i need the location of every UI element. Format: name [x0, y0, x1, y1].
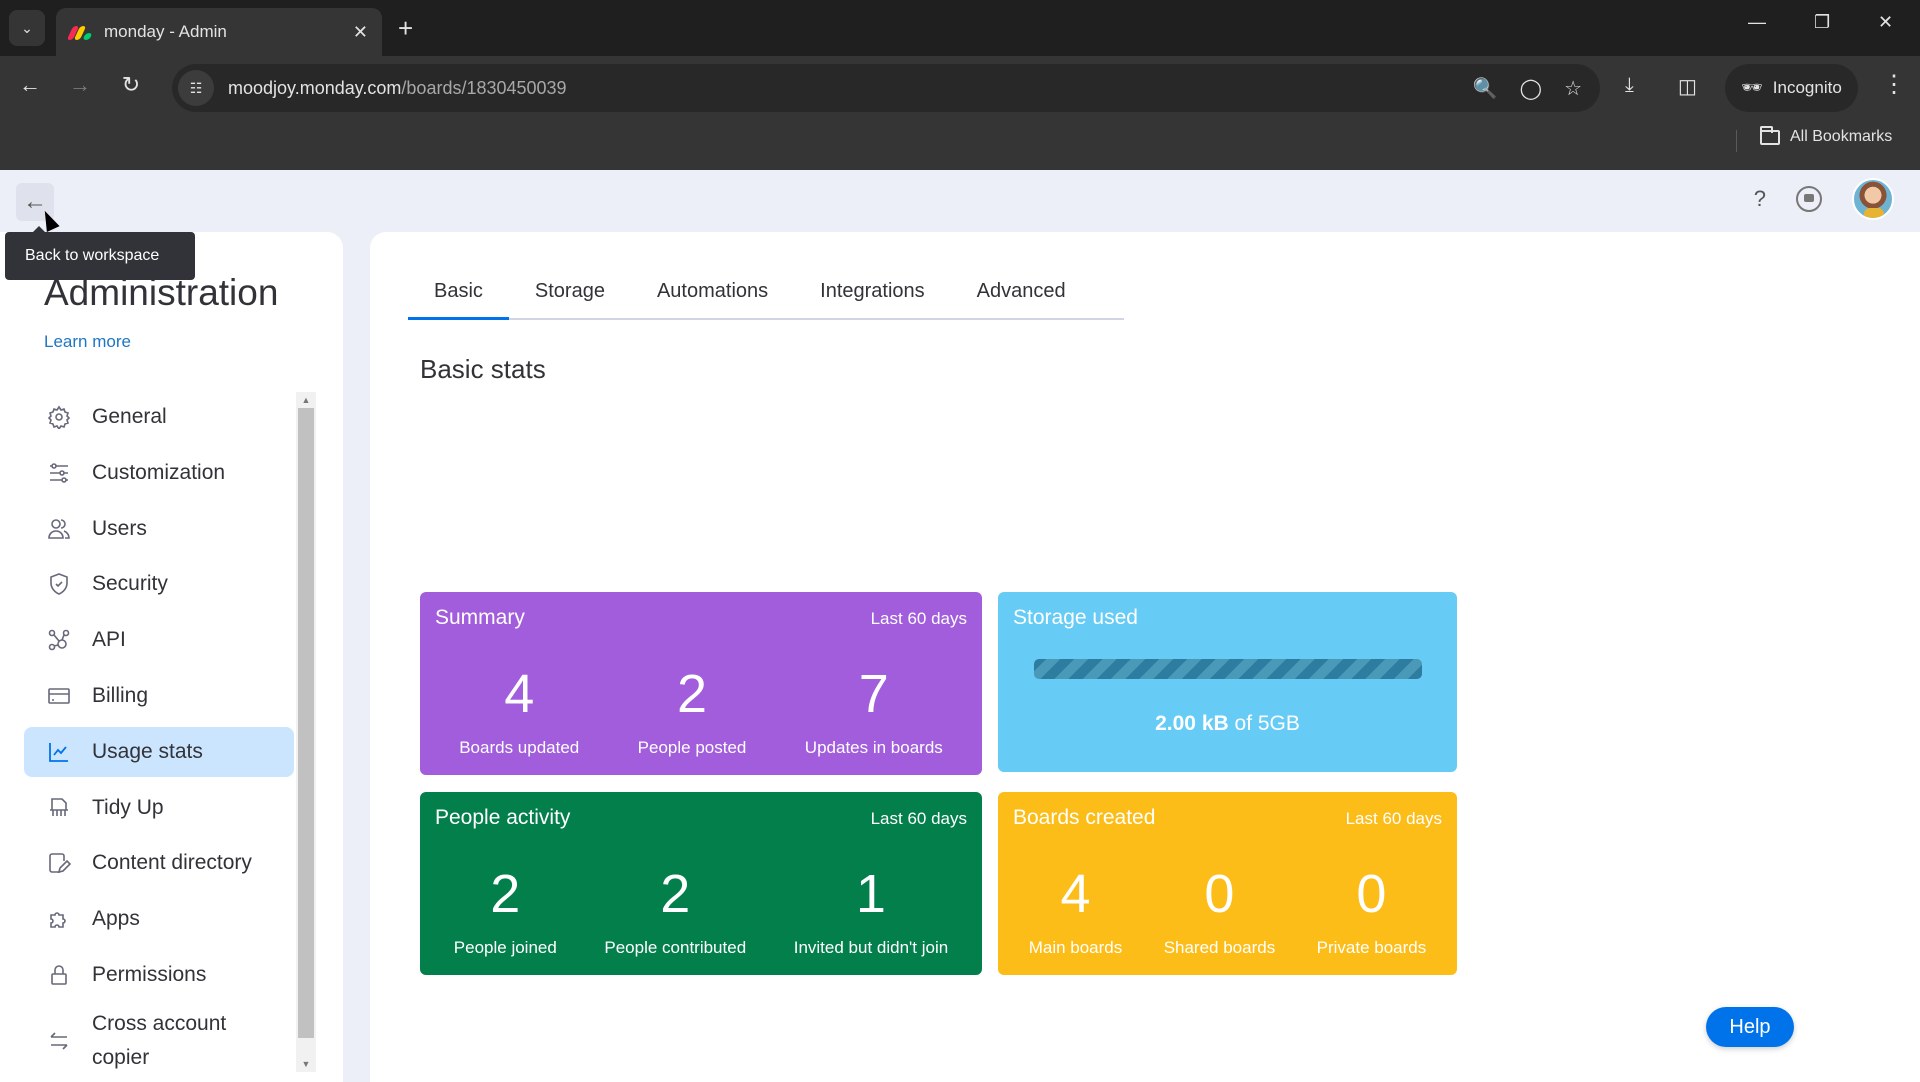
sidebar-nav: General Customization Users Security API… [24, 392, 294, 1082]
updates-feed-icon[interactable] [1796, 186, 1822, 212]
back-tooltip: Back to workspace [5, 226, 195, 280]
sidebar-item-security[interactable]: Security [24, 559, 294, 609]
tab-search-button[interactable]: ⌄ [9, 10, 45, 46]
stat-shared-boards: 0 Shared boards [1163, 864, 1276, 957]
scroll-thumb[interactable] [298, 408, 314, 1038]
chart-icon [46, 739, 72, 765]
new-tab-button[interactable]: + [398, 12, 413, 44]
card-period: Last 60 days [870, 809, 967, 828]
sidebar-item-api[interactable]: API [24, 615, 294, 665]
sidebar-item-customization[interactable]: Customization [24, 448, 294, 498]
stat-private-boards: 0 Private boards [1316, 864, 1427, 957]
storage-progress-bar [1034, 659, 1422, 679]
reload-icon[interactable]: ↻ [115, 72, 147, 98]
sidebar-item-apps[interactable]: Apps [24, 894, 294, 944]
forward-icon[interactable]: → [64, 72, 96, 98]
puzzle-icon [46, 906, 72, 932]
browser-toolbar: ← → ↻ ☷ moodjoy.monday.com/boards/183045… [0, 56, 1920, 120]
stat-people-posted: 2 People posted [637, 664, 747, 757]
close-window-icon[interactable]: ✕ [1878, 12, 1893, 33]
tab-basic[interactable]: Basic [408, 280, 509, 320]
monday-logo-icon [66, 24, 93, 40]
summary-card: Summary Last 60 days 4 Boards updated 2 … [420, 592, 982, 775]
stats-tabs: Basic Storage Automations Integrations A… [408, 280, 1124, 320]
storage-usage-text: 2.00 kB of 5GB [1155, 712, 1300, 735]
site-info-icon[interactable]: ☷ [178, 70, 214, 106]
stat-updates-in-boards: 7 Updates in boards [804, 664, 943, 757]
sidebar-item-content-directory[interactable]: Content directory [24, 838, 294, 888]
users-icon [46, 516, 72, 542]
content-directory-icon [46, 850, 72, 876]
incognito-badge[interactable]: 🕶 Incognito [1725, 64, 1858, 112]
sidebar-item-billing[interactable]: Billing [24, 671, 294, 721]
lock-icon [46, 962, 72, 988]
api-icon [46, 627, 72, 653]
address-bar[interactable]: ☷ moodjoy.monday.com/boards/1830450039 🔍… [172, 64, 1600, 112]
help-button[interactable]: Help [1706, 1007, 1794, 1047]
admin-sidebar: Administration Learn more General Custom… [0, 232, 343, 1082]
gear-icon [46, 404, 72, 430]
card-title: Summary [435, 606, 525, 629]
sidebar-scrollbar[interactable]: ▲ ▼ [296, 392, 316, 1072]
sidebar-item-cross-account-copier[interactable]: Cross account copier [24, 1006, 294, 1076]
people-activity-card: People activity Last 60 days 2 People jo… [420, 792, 982, 975]
close-tab-icon[interactable]: ✕ [353, 22, 368, 43]
bookmarks-divider [1736, 130, 1737, 152]
url-text[interactable]: moodjoy.monday.com/boards/1830450039 [228, 78, 567, 99]
browser-menu-icon[interactable]: ⋮ [1882, 70, 1906, 99]
swap-icon [46, 1028, 72, 1054]
learn-more-link[interactable]: Learn more [44, 332, 131, 352]
scroll-down-arrow-icon[interactable]: ▼ [296, 1056, 316, 1072]
stat-invited-not-joined: 1 Invited but didn't join [793, 864, 949, 957]
tab-storage[interactable]: Storage [509, 280, 631, 318]
main-content: Basic Storage Automations Integrations A… [370, 232, 1920, 1082]
sidebar-item-tidy-up[interactable]: Tidy Up [24, 783, 294, 833]
shredder-icon [46, 795, 72, 821]
all-bookmarks-button[interactable]: All Bookmarks [1760, 125, 1892, 146]
star-icon[interactable]: ☆ [1564, 76, 1582, 101]
sidebar-item-permissions[interactable]: Permissions [24, 950, 294, 1000]
scroll-up-arrow-icon[interactable]: ▲ [296, 392, 316, 408]
tab-automations[interactable]: Automations [631, 280, 794, 318]
tab-title: monday - Admin [104, 22, 227, 41]
card-period: Last 60 days [870, 609, 967, 628]
minimize-icon[interactable]: — [1748, 12, 1766, 33]
sidebar-item-users[interactable]: Users [24, 504, 294, 554]
credit-card-icon [46, 683, 72, 709]
storage-card: Storage used 2.00 kB of 5GB [998, 592, 1457, 772]
folder-icon [1760, 125, 1780, 145]
shield-icon [46, 571, 72, 597]
card-title: People activity [435, 806, 571, 829]
tab-advanced[interactable]: Advanced [951, 280, 1092, 318]
zoom-icon[interactable]: 🔍 [1473, 76, 1498, 101]
sidebar-item-usage-stats[interactable]: Usage stats [24, 726, 294, 777]
browser-tab[interactable]: monday - Admin ✕ [56, 8, 382, 56]
app-area: ← Back to workspace ? Administration Lea… [0, 170, 1920, 1082]
chevron-down-icon: ⌄ [21, 19, 33, 36]
sliders-icon [46, 460, 72, 486]
stat-people-joined: 2 People joined [453, 864, 557, 957]
help-icon[interactable]: ? [1754, 186, 1766, 212]
eye-off-icon[interactable]: ◯ [1520, 76, 1542, 101]
boards-created-card: Boards created Last 60 days 4 Main board… [998, 792, 1457, 975]
tab-integrations[interactable]: Integrations [794, 280, 951, 318]
download-icon[interactable]: ⤓ [1625, 74, 1634, 97]
section-title: Basic stats [420, 354, 546, 384]
stat-boards-updated: 4 Boards updated [459, 664, 580, 757]
card-period: Last 60 days [1345, 809, 1442, 828]
back-icon[interactable]: ← [14, 72, 46, 98]
card-title: Boards created [1013, 806, 1156, 829]
stat-people-contributed: 2 People contributed [604, 864, 747, 957]
incognito-icon: 🕶 [1741, 78, 1763, 97]
restore-icon[interactable]: ❐ [1814, 12, 1830, 33]
browser-tabstrip: ⌄ monday - Admin ✕ + — ❐ ✕ [0, 0, 1920, 56]
sidebar-item-general[interactable]: General [24, 392, 294, 442]
stat-main-boards: 4 Main boards [1028, 864, 1123, 957]
side-panel-icon[interactable]: ◫ [1678, 74, 1697, 99]
avatar[interactable] [1852, 178, 1894, 220]
card-title: Storage used [1013, 606, 1138, 629]
bookmarks-bar: All Bookmarks [0, 120, 1920, 170]
